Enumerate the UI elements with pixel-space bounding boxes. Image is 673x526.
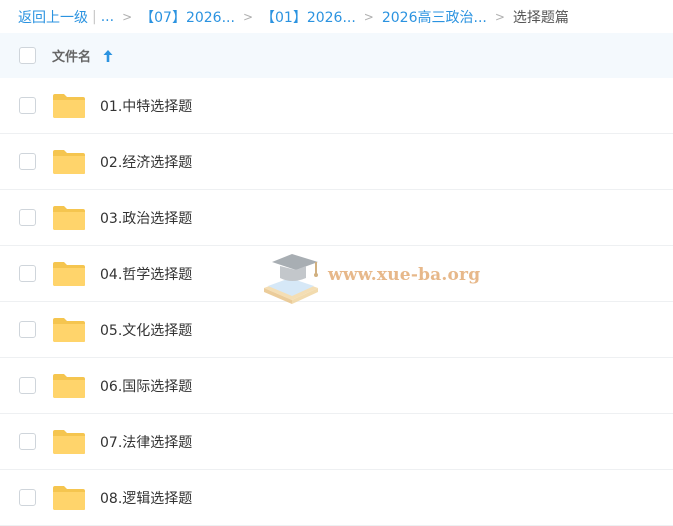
sort-ascending-icon[interactable] [102, 49, 114, 63]
breadcrumb-current: 选择题篇 [512, 9, 569, 26]
filename-column-header[interactable]: 文件名 [52, 46, 91, 65]
file-name[interactable]: 07.法律选择题 [100, 432, 192, 452]
folder-icon [53, 94, 85, 118]
file-name[interactable]: 08.逻辑选择题 [100, 488, 192, 508]
breadcrumb-separator: > [242, 9, 253, 24]
breadcrumb-item-2[interactable]: 【01】2026... [261, 7, 356, 27]
folder-icon [53, 262, 85, 286]
file-name[interactable]: 02.经济选择题 [100, 152, 192, 172]
file-row[interactable]: 06.国际选择题 [0, 358, 673, 414]
file-row[interactable]: 02.经济选择题 [0, 134, 673, 190]
file-name[interactable]: 03.政治选择题 [100, 208, 192, 228]
folder-icon [53, 318, 85, 342]
file-name[interactable]: 05.文化选择题 [100, 320, 192, 340]
file-name[interactable]: 06.国际选择题 [100, 376, 192, 396]
row-checkbox[interactable] [19, 489, 36, 506]
file-row[interactable]: 05.文化选择题 [0, 302, 673, 358]
folder-icon [53, 486, 85, 510]
folder-icon [53, 206, 85, 230]
row-checkbox[interactable] [19, 265, 36, 282]
breadcrumb-item-1[interactable]: 【07】2026... [140, 7, 235, 27]
file-row[interactable]: 01.中特选择题 [0, 78, 673, 134]
row-checkbox[interactable] [19, 153, 36, 170]
file-name[interactable]: 01.中特选择题 [100, 96, 192, 116]
breadcrumb-pipe: | [92, 8, 97, 25]
file-list-header: 文件名 [0, 33, 673, 78]
file-row[interactable]: 07.法律选择题 [0, 414, 673, 470]
folder-icon [53, 150, 85, 174]
graduation-cap-book-icon [264, 254, 318, 304]
back-link[interactable]: 返回上一级 [18, 7, 88, 27]
breadcrumb-separator: > [363, 9, 374, 24]
select-all-checkbox[interactable] [19, 47, 36, 64]
row-checkbox[interactable] [19, 433, 36, 450]
breadcrumb-separator: > [494, 9, 505, 24]
row-checkbox[interactable] [19, 377, 36, 394]
breadcrumb-ellipsis[interactable]: ... [101, 9, 114, 25]
watermark-text: www.xue-ba.org [328, 265, 481, 285]
folder-icon [53, 374, 85, 398]
breadcrumb-separator: > [122, 9, 133, 24]
folder-icon [53, 430, 85, 454]
watermark: www.xue-ba.org [258, 248, 488, 310]
row-checkbox[interactable] [19, 209, 36, 226]
file-row[interactable]: 03.政治选择题 [0, 190, 673, 246]
breadcrumb: 返回上一级 | ... > 【07】2026... > 【01】2026... … [0, 0, 673, 33]
file-row[interactable]: 08.逻辑选择题 [0, 470, 673, 526]
row-checkbox[interactable] [19, 321, 36, 338]
file-name[interactable]: 04.哲学选择题 [100, 264, 192, 284]
breadcrumb-item-3[interactable]: 2026高三政治... [382, 7, 487, 27]
row-checkbox[interactable] [19, 97, 36, 114]
